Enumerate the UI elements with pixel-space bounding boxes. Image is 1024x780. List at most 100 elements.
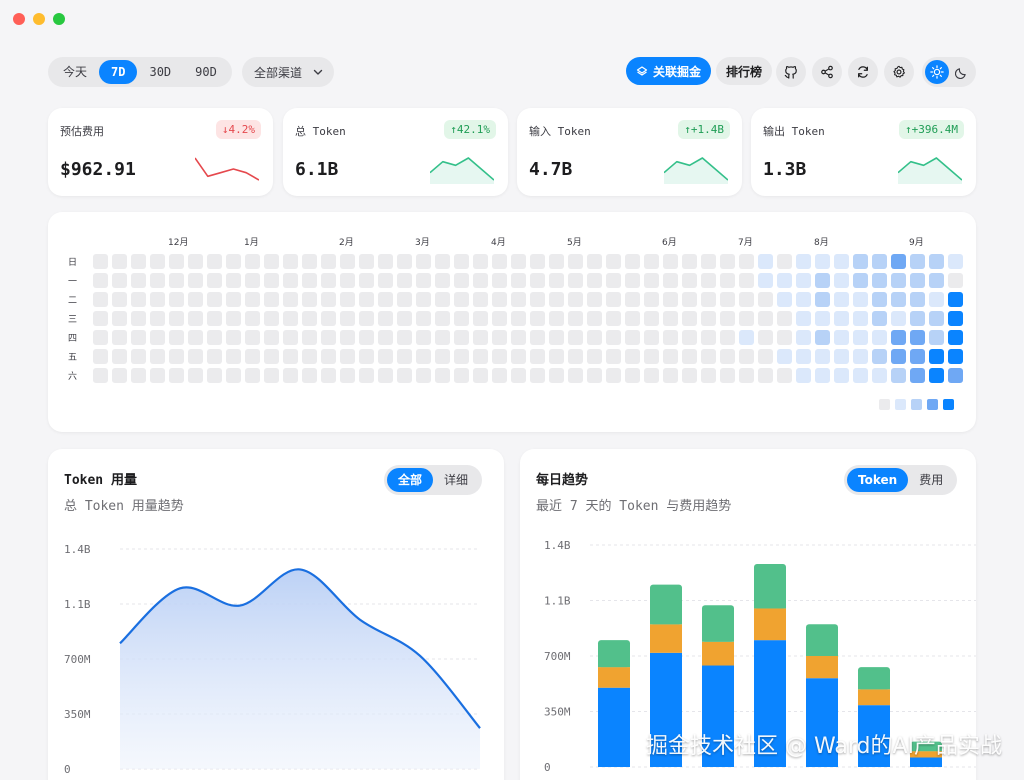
heatmap-cell[interactable] [416, 254, 431, 269]
heatmap-cell[interactable] [511, 330, 526, 345]
heatmap-cell[interactable] [169, 311, 184, 326]
heatmap-cell[interactable] [910, 368, 925, 383]
heatmap-cell[interactable] [701, 273, 716, 288]
heatmap-cell[interactable] [625, 273, 640, 288]
heatmap-cell[interactable] [378, 273, 393, 288]
heatmap-cell[interactable] [188, 349, 203, 364]
heatmap-cell[interactable] [853, 273, 868, 288]
heatmap-cell[interactable] [891, 330, 906, 345]
heatmap-cell[interactable] [834, 368, 849, 383]
heatmap-cell[interactable] [625, 349, 640, 364]
heatmap-cell[interactable] [796, 311, 811, 326]
heatmap-cell[interactable] [929, 368, 944, 383]
heatmap-cell[interactable] [378, 254, 393, 269]
heatmap-cell[interactable] [891, 254, 906, 269]
heatmap-cell[interactable] [454, 368, 469, 383]
heatmap-cell[interactable] [834, 273, 849, 288]
heatmap-cell[interactable] [378, 311, 393, 326]
heatmap-cell[interactable] [720, 273, 735, 288]
heatmap-cell[interactable] [568, 311, 583, 326]
heatmap-cell[interactable] [872, 368, 887, 383]
heatmap-cell[interactable] [910, 273, 925, 288]
heatmap-cell[interactable] [226, 273, 241, 288]
heatmap-cell[interactable] [188, 311, 203, 326]
heatmap-cell[interactable] [454, 330, 469, 345]
heatmap-cell[interactable] [644, 254, 659, 269]
heatmap-cell[interactable] [758, 368, 773, 383]
heatmap-cell[interactable] [226, 349, 241, 364]
heatmap-cell[interactable] [416, 330, 431, 345]
heatmap-cell[interactable] [739, 349, 754, 364]
settings-button[interactable] [884, 57, 914, 87]
heatmap-cell[interactable] [606, 292, 621, 307]
heatmap-cell[interactable] [93, 349, 108, 364]
heatmap-cell[interactable] [302, 330, 317, 345]
heatmap-cell[interactable] [644, 330, 659, 345]
heatmap-cell[interactable] [625, 254, 640, 269]
heatmap-cell[interactable] [910, 330, 925, 345]
heatmap-cell[interactable] [435, 254, 450, 269]
heatmap-cell[interactable] [169, 292, 184, 307]
heatmap-cell[interactable] [397, 330, 412, 345]
heatmap-cell[interactable] [511, 273, 526, 288]
heatmap-cell[interactable] [739, 311, 754, 326]
heatmap-cell[interactable] [815, 368, 830, 383]
heatmap-cell[interactable] [853, 292, 868, 307]
heatmap-cell[interactable] [397, 349, 412, 364]
heatmap-cell[interactable] [568, 349, 583, 364]
heatmap-cell[interactable] [340, 349, 355, 364]
heatmap-cell[interactable] [302, 273, 317, 288]
heatmap-cell[interactable] [397, 311, 412, 326]
heatmap-cell[interactable] [549, 311, 564, 326]
refresh-button[interactable] [848, 57, 878, 87]
heatmap-cell[interactable] [682, 330, 697, 345]
heatmap-cell[interactable] [663, 330, 678, 345]
close-button[interactable] [13, 13, 25, 25]
heatmap-cell[interactable] [872, 349, 887, 364]
heatmap-cell[interactable] [644, 273, 659, 288]
heatmap-cell[interactable] [739, 254, 754, 269]
heatmap-cell[interactable] [891, 368, 906, 383]
heatmap-cell[interactable] [226, 292, 241, 307]
heatmap-cell[interactable] [777, 254, 792, 269]
heatmap-cell[interactable] [321, 273, 336, 288]
heatmap-cell[interactable] [302, 349, 317, 364]
heatmap-cell[interactable] [511, 368, 526, 383]
heatmap-cell[interactable] [473, 349, 488, 364]
heatmap-cell[interactable] [321, 349, 336, 364]
heatmap-cell[interactable] [549, 330, 564, 345]
heatmap-cell[interactable] [587, 330, 602, 345]
heatmap-cell[interactable] [777, 349, 792, 364]
heatmap-cell[interactable] [530, 311, 545, 326]
heatmap-cell[interactable] [473, 292, 488, 307]
heatmap-cell[interactable] [492, 273, 507, 288]
heatmap-cell[interactable] [891, 311, 906, 326]
heatmap-cell[interactable] [340, 273, 355, 288]
heatmap-cell[interactable] [568, 292, 583, 307]
channel-select[interactable]: 全部渠道 [242, 57, 335, 87]
heatmap-cell[interactable] [758, 330, 773, 345]
heatmap-cell[interactable] [435, 311, 450, 326]
heatmap-cell[interactable] [112, 330, 127, 345]
heatmap-cell[interactable] [796, 292, 811, 307]
heatmap-cell[interactable] [473, 273, 488, 288]
heatmap-cell[interactable] [606, 330, 621, 345]
heatmap-cell[interactable] [226, 330, 241, 345]
heatmap-cell[interactable] [283, 349, 298, 364]
heatmap-cell[interactable] [682, 368, 697, 383]
heatmap-cell[interactable] [758, 254, 773, 269]
leaderboard-button[interactable]: 排行榜 [716, 57, 773, 85]
heatmap-cell[interactable] [682, 273, 697, 288]
heatmap-cell[interactable] [891, 349, 906, 364]
heatmap-cell[interactable] [530, 254, 545, 269]
heatmap-cell[interactable] [929, 254, 944, 269]
heatmap-cell[interactable] [625, 330, 640, 345]
heatmap-cell[interactable] [454, 292, 469, 307]
heatmap-cell[interactable] [169, 273, 184, 288]
heatmap-cell[interactable] [397, 254, 412, 269]
heatmap-cell[interactable] [169, 254, 184, 269]
heatmap-cell[interactable] [93, 311, 108, 326]
heatmap-cell[interactable] [435, 330, 450, 345]
heatmap-cell[interactable] [397, 273, 412, 288]
heatmap-cell[interactable] [245, 368, 260, 383]
